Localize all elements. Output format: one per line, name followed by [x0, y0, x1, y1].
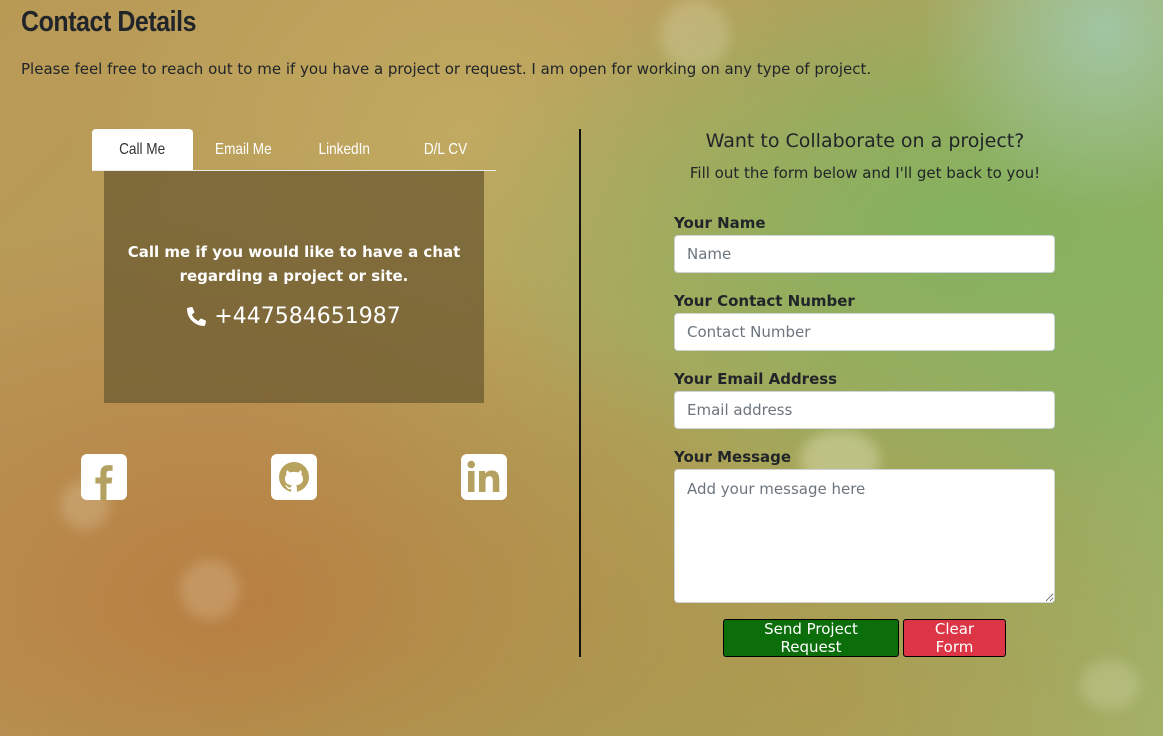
tab-linkedin[interactable]: LinkedIn — [294, 129, 395, 170]
contact-number-input[interactable] — [674, 313, 1055, 351]
form-title: Want to Collaborate on a project? — [705, 130, 1025, 152]
name-label: Your Name — [674, 214, 766, 232]
background-bokeh — [180, 560, 240, 620]
message-textarea[interactable] — [674, 469, 1055, 603]
tab-label: LinkedIn — [318, 140, 371, 158]
intro-text: Please feel free to reach out to me if y… — [21, 60, 872, 78]
email-input[interactable] — [674, 391, 1055, 429]
facebook-icon[interactable] — [81, 454, 127, 500]
phone-icon — [187, 307, 207, 326]
section-divider — [579, 129, 581, 657]
tab-email-me[interactable]: Email Me — [193, 129, 294, 170]
phone-number: +447584651987 — [214, 304, 401, 329]
call-me-text: Call me if you would like to have a chat… — [127, 243, 461, 285]
background-bokeh — [1080, 660, 1140, 710]
call-me-panel: Call me if you would like to have a chat… — [104, 171, 484, 403]
send-project-request-button[interactable]: Send Project Request — [723, 619, 899, 657]
form-subtitle: Fill out the form below and I'll get bac… — [689, 164, 1041, 182]
github-icon[interactable] — [271, 454, 317, 500]
contact-number-label: Your Contact Number — [674, 292, 855, 310]
email-label: Your Email Address — [674, 370, 838, 388]
tab-label: Email Me — [215, 140, 272, 158]
page-title: Contact Details — [21, 6, 197, 38]
tab-call-me[interactable]: Call Me — [92, 129, 193, 170]
tab-label: D/L CV — [423, 140, 468, 158]
message-label: Your Message — [674, 448, 792, 466]
clear-form-button[interactable]: Clear Form — [903, 619, 1006, 657]
phone-link[interactable]: +447584651987 — [104, 304, 484, 329]
name-input[interactable] — [674, 235, 1055, 273]
tab-download-cv[interactable]: D/L CV — [395, 129, 496, 170]
linkedin-icon[interactable] — [461, 454, 507, 500]
tab-label: Call Me — [119, 140, 166, 158]
contact-tabs: Call Me Email Me LinkedIn D/L CV — [92, 129, 496, 171]
